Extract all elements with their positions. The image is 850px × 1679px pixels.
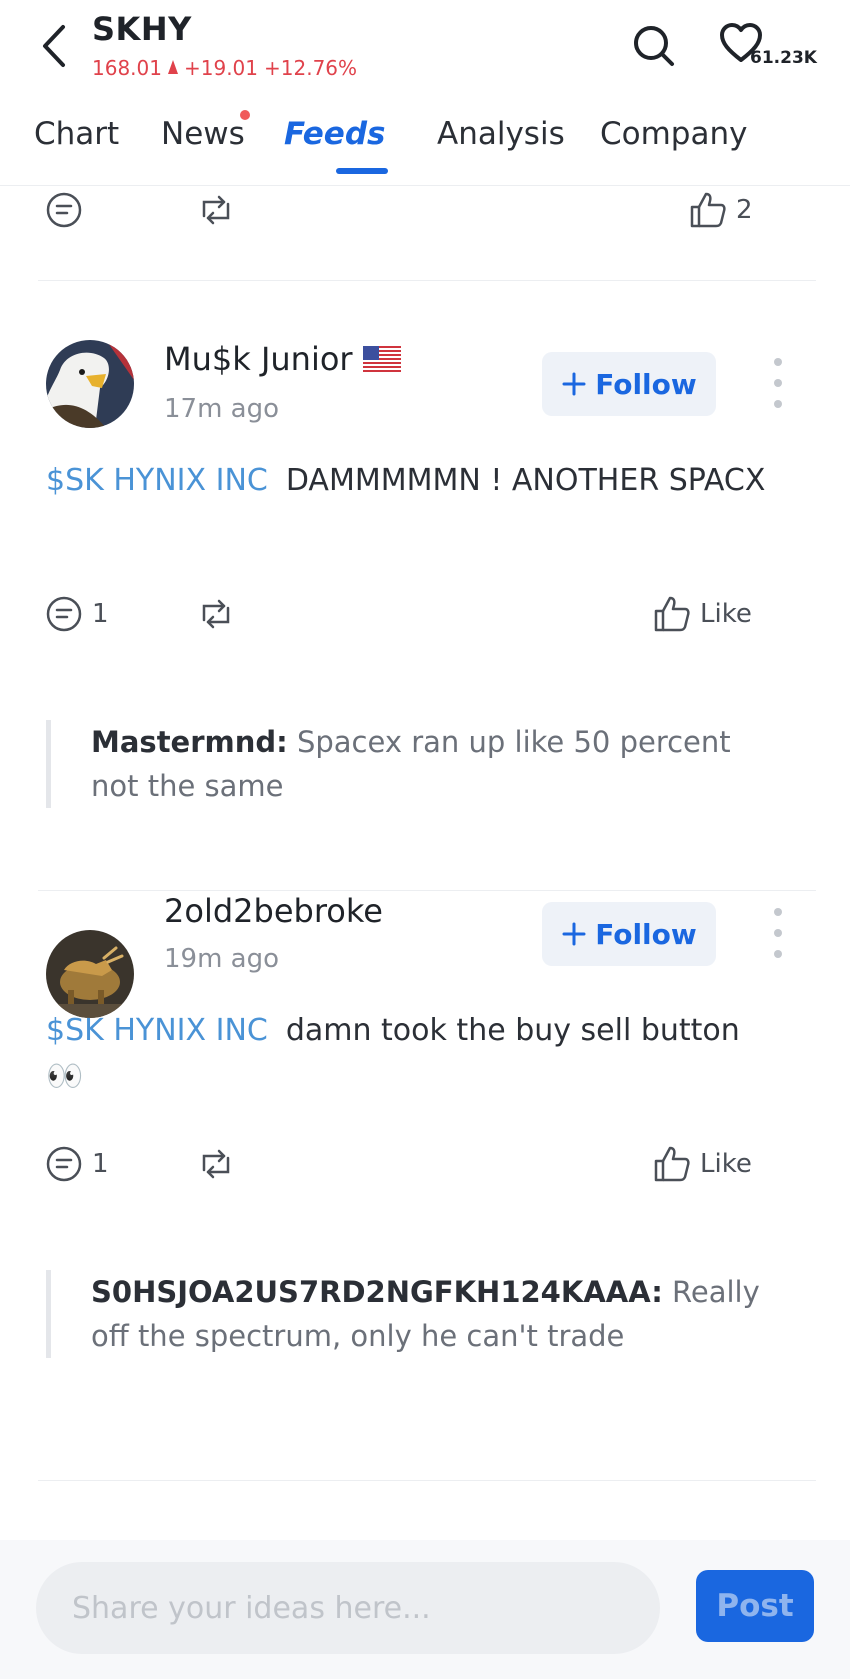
- like-label: Like: [700, 599, 752, 629]
- comment-count: 1: [92, 1149, 109, 1179]
- avatar[interactable]: [46, 930, 134, 1018]
- stock-header: SKHY 168.01 +19.01 +12.76% 61.23K Chart …: [0, 0, 850, 186]
- thumbs-up-icon: [654, 1146, 690, 1182]
- post-body: DAMMMMMN ! ANOTHER SPACX: [285, 463, 766, 498]
- like-button[interactable]: Like: [652, 590, 752, 638]
- tab-news[interactable]: News: [161, 116, 245, 152]
- share-idea-input[interactable]: [36, 1562, 660, 1654]
- more-options-button[interactable]: [770, 358, 786, 408]
- follow-label: Follow: [595, 367, 697, 401]
- top-reply[interactable]: Mastermnd: Spacex ran up like 50 percent…: [46, 720, 786, 808]
- active-tab-indicator: [336, 168, 388, 174]
- repost-button[interactable]: [194, 1140, 238, 1188]
- like-button[interactable]: Like: [652, 1140, 752, 1188]
- thumbs-up-icon: [690, 192, 726, 228]
- comment-icon: [46, 596, 82, 632]
- like-button[interactable]: 2: [688, 186, 753, 234]
- price-quote: 168.01 +19.01 +12.76%: [92, 56, 357, 80]
- repost-button[interactable]: [194, 186, 238, 234]
- stock-cashtag-link[interactable]: $SK HYNIX INC: [46, 463, 268, 498]
- tab-feeds[interactable]: Feeds: [284, 116, 385, 152]
- back-button[interactable]: [36, 22, 72, 70]
- follow-button[interactable]: Follow: [542, 902, 716, 966]
- post-actions: 1 Like: [0, 1140, 850, 1188]
- post-divider: [38, 1480, 816, 1481]
- up-triangle-icon: [167, 60, 178, 74]
- post-actions: 2: [0, 186, 850, 234]
- stock-cashtag-link[interactable]: $SK HYNIX INC: [46, 1013, 268, 1048]
- watch-count: 61.23K: [750, 48, 817, 68]
- comment-button[interactable]: 1: [44, 590, 109, 638]
- news-notification-dot: [240, 110, 250, 120]
- search-icon: [634, 26, 674, 66]
- post-divider: [38, 280, 816, 281]
- post-author[interactable]: 2old2bebroke: [164, 892, 383, 930]
- reply-author: Mastermnd:: [91, 725, 288, 759]
- tab-chart[interactable]: Chart: [34, 116, 119, 152]
- post-time: 17m ago: [164, 394, 280, 424]
- comment-button[interactable]: 1: [44, 1140, 109, 1188]
- bull-statue-avatar-icon: [46, 930, 134, 1018]
- post-composer: Post: [0, 1540, 850, 1679]
- post-time: 19m ago: [164, 944, 280, 974]
- like-label: Like: [700, 1149, 752, 1179]
- tab-analysis[interactable]: Analysis: [437, 116, 565, 152]
- follow-button[interactable]: Follow: [542, 352, 716, 416]
- price-change-percent: +12.76%: [264, 56, 358, 80]
- avatar[interactable]: [46, 340, 134, 428]
- comment-button[interactable]: [44, 186, 84, 234]
- thumbs-up-icon: [654, 596, 690, 632]
- comment-count: 1: [92, 599, 109, 629]
- tab-bar: Chart News Feeds Analysis Company: [0, 108, 850, 178]
- post-button[interactable]: Post: [696, 1570, 814, 1642]
- chevron-left-icon: [43, 25, 65, 67]
- repost-button[interactable]: [194, 590, 238, 638]
- post-divider: [38, 890, 816, 891]
- post-content[interactable]: $SK HYNIX INC damn took the buy sell butt…: [46, 1008, 786, 1100]
- comment-icon: [46, 1146, 82, 1182]
- repost-icon: [202, 195, 230, 225]
- plus-icon: [562, 922, 586, 946]
- last-price: 168.01: [92, 56, 162, 80]
- comment-icon: [46, 192, 82, 228]
- watchlist-button[interactable]: 61.23K: [718, 20, 818, 74]
- more-options-button[interactable]: [770, 908, 786, 958]
- feed-list[interactable]: 2 Mu$k Junior 17m ago Follow $SK HYNIX I…: [0, 186, 850, 1540]
- author-name: Mu$k Junior: [164, 340, 353, 378]
- post-actions: 1 Like: [0, 590, 850, 638]
- us-flag-icon: [362, 346, 401, 372]
- post-author[interactable]: Mu$k Junior: [164, 340, 401, 378]
- reply-author: S0HSJOA2US7RD2NGFKH124KAAA:: [91, 1275, 663, 1309]
- eagle-avatar-icon: [46, 340, 134, 428]
- price-change: +19.01: [183, 56, 258, 80]
- tab-company[interactable]: Company: [600, 116, 747, 152]
- search-button[interactable]: [630, 22, 678, 70]
- follow-label: Follow: [595, 917, 697, 951]
- post-content[interactable]: $SK HYNIX INC DAMMMMMN ! ANOTHER SPACX: [46, 458, 786, 504]
- author-name: 2old2bebroke: [164, 892, 383, 930]
- plus-icon: [562, 372, 586, 396]
- repost-icon: [202, 1149, 230, 1179]
- top-reply[interactable]: S0HSJOA2US7RD2NGFKH124KAAA: Really off t…: [46, 1270, 786, 1358]
- repost-icon: [202, 599, 230, 629]
- ticker-symbol: SKHY: [92, 10, 192, 48]
- like-count: 2: [736, 195, 753, 225]
